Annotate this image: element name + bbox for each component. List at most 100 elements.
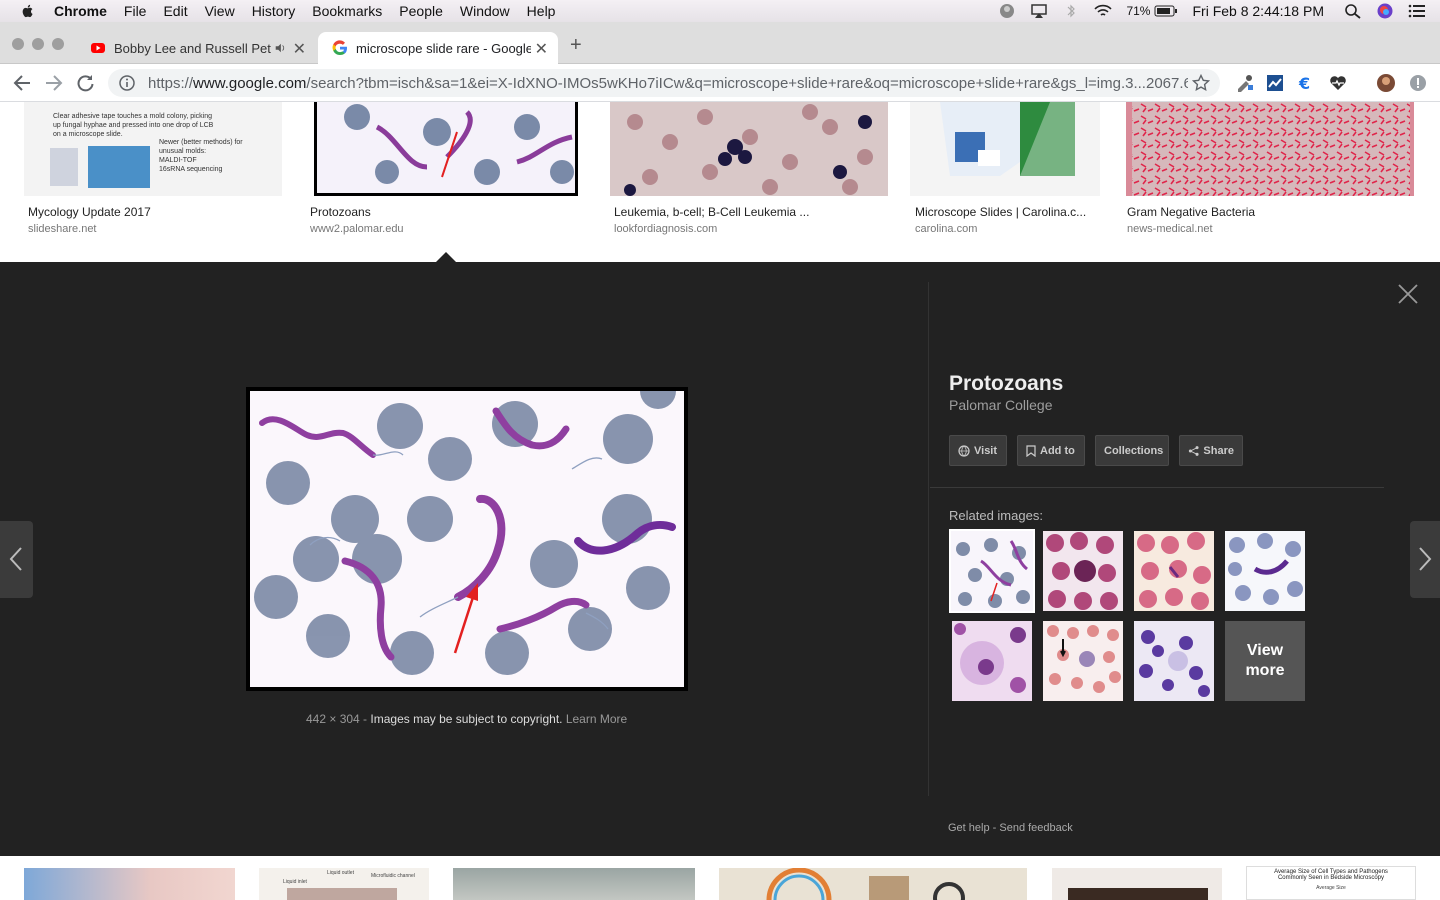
- tab-close-icon[interactable]: ✕: [293, 39, 306, 59]
- preview-title[interactable]: Protozoans: [949, 372, 1063, 396]
- result-title[interactable]: Gram Negative Bacteria: [1127, 205, 1255, 219]
- menu-view[interactable]: View: [205, 3, 235, 19]
- reload-icon[interactable]: [76, 74, 96, 92]
- related-image-6[interactable]: [1043, 621, 1123, 701]
- airplay-icon[interactable]: [1030, 3, 1048, 19]
- related-image-2[interactable]: [1043, 531, 1123, 611]
- address-bar[interactable]: https://www.google.com/search?tbm=isch&s…: [108, 69, 1220, 97]
- related-image-7[interactable]: [1134, 621, 1214, 701]
- related-thumb: [1043, 621, 1123, 701]
- result-image-person[interactable]: [1052, 868, 1222, 900]
- add-to-button[interactable]: Add to: [1017, 435, 1085, 466]
- related-image-1[interactable]: [949, 529, 1035, 613]
- previous-image-button[interactable]: [0, 521, 33, 598]
- apple-icon[interactable]: [20, 3, 36, 19]
- result-image-bottom-1[interactable]: [24, 868, 235, 900]
- send-feedback-link[interactable]: Send feedback: [999, 822, 1072, 834]
- spotlight-search-icon[interactable]: [1344, 3, 1362, 19]
- result-image-protozoans[interactable]: [314, 102, 578, 196]
- chrome-menu-alert-icon[interactable]: [1408, 73, 1428, 93]
- bookmark-star-icon[interactable]: [1192, 74, 1210, 92]
- preview-source[interactable]: Palomar College: [949, 397, 1053, 413]
- chevron-right-icon: [1419, 547, 1432, 571]
- speaker-icon[interactable]: [274, 42, 286, 54]
- slides-case-thumb: [766, 868, 965, 900]
- close-icon[interactable]: [1396, 282, 1420, 306]
- meta-separator: -: [359, 712, 371, 726]
- menu-history[interactable]: History: [252, 3, 296, 19]
- copyright-notice: Images may be subject to copyright.: [370, 712, 563, 726]
- battery-icon[interactable]: [1154, 3, 1178, 19]
- profile-avatar[interactable]: [1376, 73, 1396, 93]
- slide-photo: [50, 148, 78, 186]
- button-label: Add to: [1040, 444, 1075, 457]
- result-image-carolina[interactable]: [910, 102, 1100, 196]
- result-image-microfluidic[interactable]: Liquid outlet Microfluidic channel Liqui…: [259, 868, 429, 900]
- next-image-button[interactable]: [1410, 521, 1440, 598]
- slide-line: unusual molds:: [159, 148, 207, 155]
- url-text[interactable]: https://www.google.com/search?tbm=isch&s…: [148, 75, 1188, 92]
- main-preview-image[interactable]: [246, 373, 688, 691]
- extension-chart-icon[interactable]: [1265, 73, 1285, 93]
- button-label: Visit: [974, 444, 998, 457]
- menu-bookmarks[interactable]: Bookmarks: [312, 3, 382, 19]
- tab-youtube[interactable]: Bobby Lee and Russell Pet ✕: [76, 32, 316, 64]
- extension-heart-icon[interactable]: [1328, 73, 1348, 93]
- result-title[interactable]: Microscope Slides | Carolina.c...: [915, 205, 1086, 219]
- visit-button[interactable]: Visit: [949, 435, 1007, 466]
- siri-icon[interactable]: [1376, 3, 1394, 19]
- info-icon[interactable]: [118, 74, 136, 92]
- window-zoom-button[interactable]: [52, 38, 64, 50]
- selected-result-pointer: [436, 252, 456, 262]
- get-help-link[interactable]: Get help: [948, 822, 990, 834]
- window-close-button[interactable]: [12, 38, 24, 50]
- clock[interactable]: Fri Feb 8 2:44:18 PM: [1192, 3, 1324, 19]
- tab-close-icon[interactable]: ✕: [535, 39, 548, 59]
- result-title[interactable]: Protozoans: [310, 205, 371, 219]
- menu-window[interactable]: Window: [460, 3, 510, 19]
- new-tab-button[interactable]: +: [570, 34, 582, 57]
- menu-app-name[interactable]: Chrome: [54, 3, 107, 19]
- leukemia-thumb: [624, 104, 873, 196]
- slide-micrograph: [88, 146, 150, 188]
- back-arrow-icon[interactable]: [12, 74, 32, 92]
- image-viewer-panel: 442 × 304 - Images may be subject to cop…: [0, 262, 1440, 856]
- related-thumb: [1225, 531, 1305, 611]
- share-button[interactable]: Share: [1179, 435, 1243, 466]
- notification-center-icon[interactable]: [1408, 3, 1426, 19]
- extension-euro-icon[interactable]: €: [1296, 73, 1316, 93]
- result-image-gram-negative[interactable]: [1126, 102, 1414, 196]
- result-image-cell-sizes[interactable]: Average Size of Cell Types and Pathogens…: [1246, 866, 1416, 900]
- result-image-slides-case[interactable]: [719, 868, 1027, 900]
- protozoa-thumb: [344, 104, 574, 185]
- menu-edit[interactable]: Edit: [163, 3, 187, 19]
- slide-line: Clear adhesive tape touches a mold colon…: [53, 113, 213, 120]
- protozoa-micrograph: [250, 373, 684, 687]
- related-thumb: [1043, 531, 1123, 611]
- learn-more-link[interactable]: Learn More: [566, 712, 627, 726]
- menu-people[interactable]: People: [399, 3, 443, 19]
- related-image-3[interactable]: [1134, 531, 1214, 611]
- forward-arrow-icon[interactable]: [44, 74, 64, 92]
- extension-eyedropper-icon[interactable]: [1234, 73, 1254, 93]
- related-image-5[interactable]: [952, 621, 1032, 701]
- window-minimize-button[interactable]: [32, 38, 44, 50]
- slide-bullets: Newer (better methods) for unusual molds…: [159, 138, 243, 174]
- share-icon: [1188, 445, 1199, 456]
- result-title[interactable]: Leukemia, b-cell; B-Cell Leukemia ...: [614, 205, 809, 219]
- result-title[interactable]: Mycology Update 2017: [28, 205, 151, 219]
- tab-google-images[interactable]: microscope slide rare - Google ✕: [318, 32, 558, 64]
- result-image-microscope[interactable]: [453, 868, 695, 900]
- menu-help[interactable]: Help: [527, 3, 556, 19]
- user-status-icon[interactable]: [998, 3, 1016, 19]
- result-image-leukemia[interactable]: [610, 102, 888, 196]
- browser-toolbar: https://www.google.com/search?tbm=isch&s…: [0, 64, 1440, 102]
- related-image-4[interactable]: [1225, 531, 1305, 611]
- bluetooth-icon[interactable]: [1062, 3, 1080, 19]
- menu-file[interactable]: File: [124, 3, 147, 19]
- wifi-icon[interactable]: [1094, 3, 1113, 19]
- bottom-results-row: Liquid outlet Microfluidic channel Liqui…: [0, 856, 1440, 900]
- result-image-mycology[interactable]: Clear adhesive tape touches a mold colon…: [24, 102, 282, 196]
- view-more-button[interactable]: View more: [1225, 621, 1305, 701]
- collections-button[interactable]: Collections: [1095, 435, 1169, 466]
